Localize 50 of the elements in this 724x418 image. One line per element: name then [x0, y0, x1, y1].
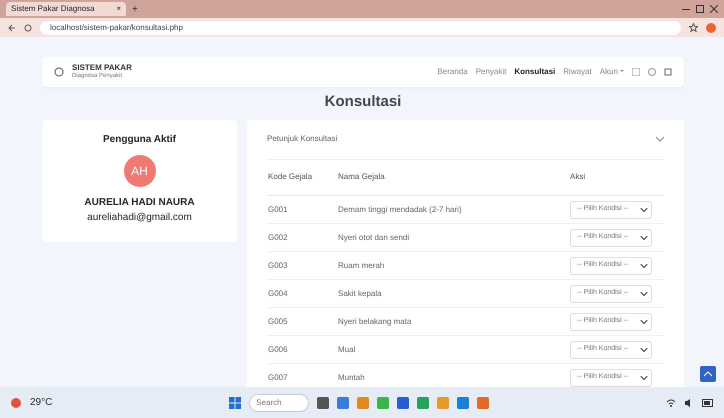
profile-icon[interactable]	[706, 22, 716, 32]
start-icon[interactable]	[229, 396, 242, 408]
battery-icon[interactable]	[702, 398, 714, 406]
table-cell: Nyeri otot dan sendi	[337, 224, 569, 252]
avatar: AH	[124, 154, 156, 186]
taskbar-search[interactable]: Search	[249, 394, 310, 412]
column-header: Nama Gejala	[337, 160, 569, 196]
weather-icon[interactable]	[10, 396, 22, 408]
nav-link[interactable]: Riwayat	[563, 66, 592, 78]
column-header: Aksi	[569, 160, 664, 196]
nav-link[interactable]: Akun	[600, 66, 624, 78]
arrow-up-icon	[704, 370, 712, 377]
table-cell: Sakit kepala	[337, 280, 569, 308]
browser-tab[interactable]: Sistem Pakar Diagnosa ×	[6, 2, 126, 16]
table-cell: G001	[267, 196, 337, 224]
table-cell: G004	[267, 280, 337, 308]
close-icon[interactable]	[710, 5, 718, 13]
nav-link[interactable]: Konsultasi	[514, 66, 556, 78]
app-icon[interactable]	[317, 396, 330, 408]
wifi-icon[interactable]	[666, 398, 676, 408]
back-to-top-button[interactable]	[700, 366, 716, 382]
table-cell: Demam tinggi mendadak (2-7 hari)	[337, 196, 569, 224]
table-cell: Mual	[337, 336, 569, 364]
app-icon[interactable]	[457, 396, 470, 408]
table-cell: G006	[267, 336, 337, 364]
app-icon[interactable]	[337, 396, 350, 408]
star-icon[interactable]	[689, 23, 698, 32]
table-cell: Nyeri belakang mata	[337, 308, 569, 336]
new-tab-button[interactable]: +	[132, 2, 138, 16]
table-cell: G002	[267, 224, 337, 252]
card-title: Pengguna Aktif	[102, 132, 177, 146]
table-cell: Ruam merah	[337, 252, 569, 280]
nav-link[interactable]: Penyakit	[476, 66, 506, 78]
nav-link[interactable]: Beranda	[437, 66, 468, 78]
weather-text: 29°C	[30, 396, 52, 410]
chevron-icon[interactable]	[656, 136, 664, 142]
brand-name[interactable]: SISTEM PAKAR	[72, 64, 132, 72]
user-email: aureliahadi@gmail.com	[86, 210, 193, 224]
user-name: AURELIA HADI NAURA	[83, 196, 196, 210]
app-icon[interactable]	[477, 396, 490, 408]
maximize-icon[interactable]	[696, 5, 704, 13]
table-cell: G003	[267, 252, 337, 280]
table-cell: G005	[267, 308, 337, 336]
app-icon[interactable]	[397, 396, 410, 408]
app-icon[interactable]	[417, 396, 430, 408]
column-header: Kode Gejala	[267, 160, 337, 196]
back-icon[interactable]	[8, 24, 16, 32]
page-title: Konsultasi	[324, 92, 402, 112]
address-bar[interactable]: localhost/sistem-pakar/konsultasi.php	[40, 20, 681, 34]
card-title: Petunjuk Konsultasi	[267, 133, 338, 145]
